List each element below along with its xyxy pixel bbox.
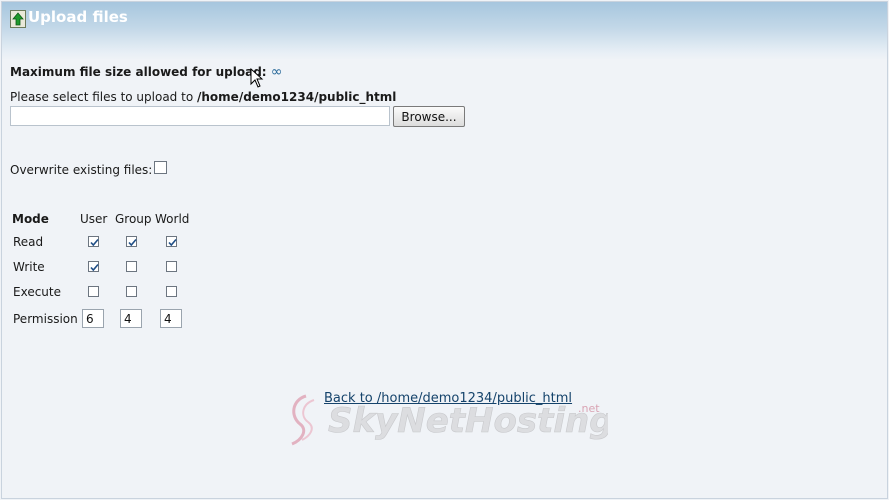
file-path-input[interactable] xyxy=(10,106,390,126)
write-group-checkbox[interactable] xyxy=(126,261,137,272)
checkmark-icon xyxy=(90,238,99,247)
browse-button[interactable]: Browse... xyxy=(393,106,465,127)
read-group-checkbox[interactable] xyxy=(126,236,137,247)
user-header: User xyxy=(80,212,108,226)
upload-arrow-icon xyxy=(10,10,26,28)
write-world-checkbox[interactable] xyxy=(166,261,177,272)
read-user-checkbox[interactable] xyxy=(88,236,99,247)
group-header: Group xyxy=(115,212,152,226)
max-size-value: ∞ xyxy=(270,64,283,80)
mode-header: Mode xyxy=(12,212,49,226)
overwrite-label: Overwrite existing files: xyxy=(10,163,153,177)
checkmark-icon xyxy=(128,238,137,247)
page-title: Upload files xyxy=(28,8,128,26)
overwrite-checkbox[interactable] xyxy=(154,161,167,174)
execute-label: Execute xyxy=(13,285,61,299)
select-files-prefix: Please select files to upload to xyxy=(10,90,194,104)
max-size-label: Maximum file size allowed for upload: xyxy=(10,65,267,79)
logo-text-suffix: .net xyxy=(578,402,600,415)
upload-files-panel: Upload files Maximum file size allowed f… xyxy=(1,1,888,499)
panel-header: Upload files xyxy=(2,2,887,60)
permission-label: Permission xyxy=(13,312,78,326)
world-header: World xyxy=(155,212,190,226)
back-link[interactable]: Back to /home/demo1234/public_html xyxy=(324,391,572,406)
mouse-cursor-icon xyxy=(250,68,264,88)
execute-world-checkbox[interactable] xyxy=(166,286,177,297)
max-file-size: Maximum file size allowed for upload: ∞ xyxy=(10,64,282,80)
checkmark-icon xyxy=(90,263,99,272)
permission-world-input[interactable] xyxy=(160,309,182,328)
target-path: /home/demo1234/public_html xyxy=(197,90,397,104)
logo-text-skynet: SkyNetHosting xyxy=(328,401,608,441)
permission-group-input[interactable] xyxy=(120,309,142,328)
write-user-checkbox[interactable] xyxy=(88,261,99,272)
permission-user-input[interactable] xyxy=(82,309,104,328)
select-files-label: Please select files to upload to /home/d… xyxy=(10,90,396,104)
execute-group-checkbox[interactable] xyxy=(126,286,137,297)
execute-user-checkbox[interactable] xyxy=(88,286,99,297)
read-label: Read xyxy=(13,235,44,249)
read-world-checkbox[interactable] xyxy=(166,236,177,247)
checkmark-icon xyxy=(168,238,177,247)
write-label: Write xyxy=(13,260,45,274)
